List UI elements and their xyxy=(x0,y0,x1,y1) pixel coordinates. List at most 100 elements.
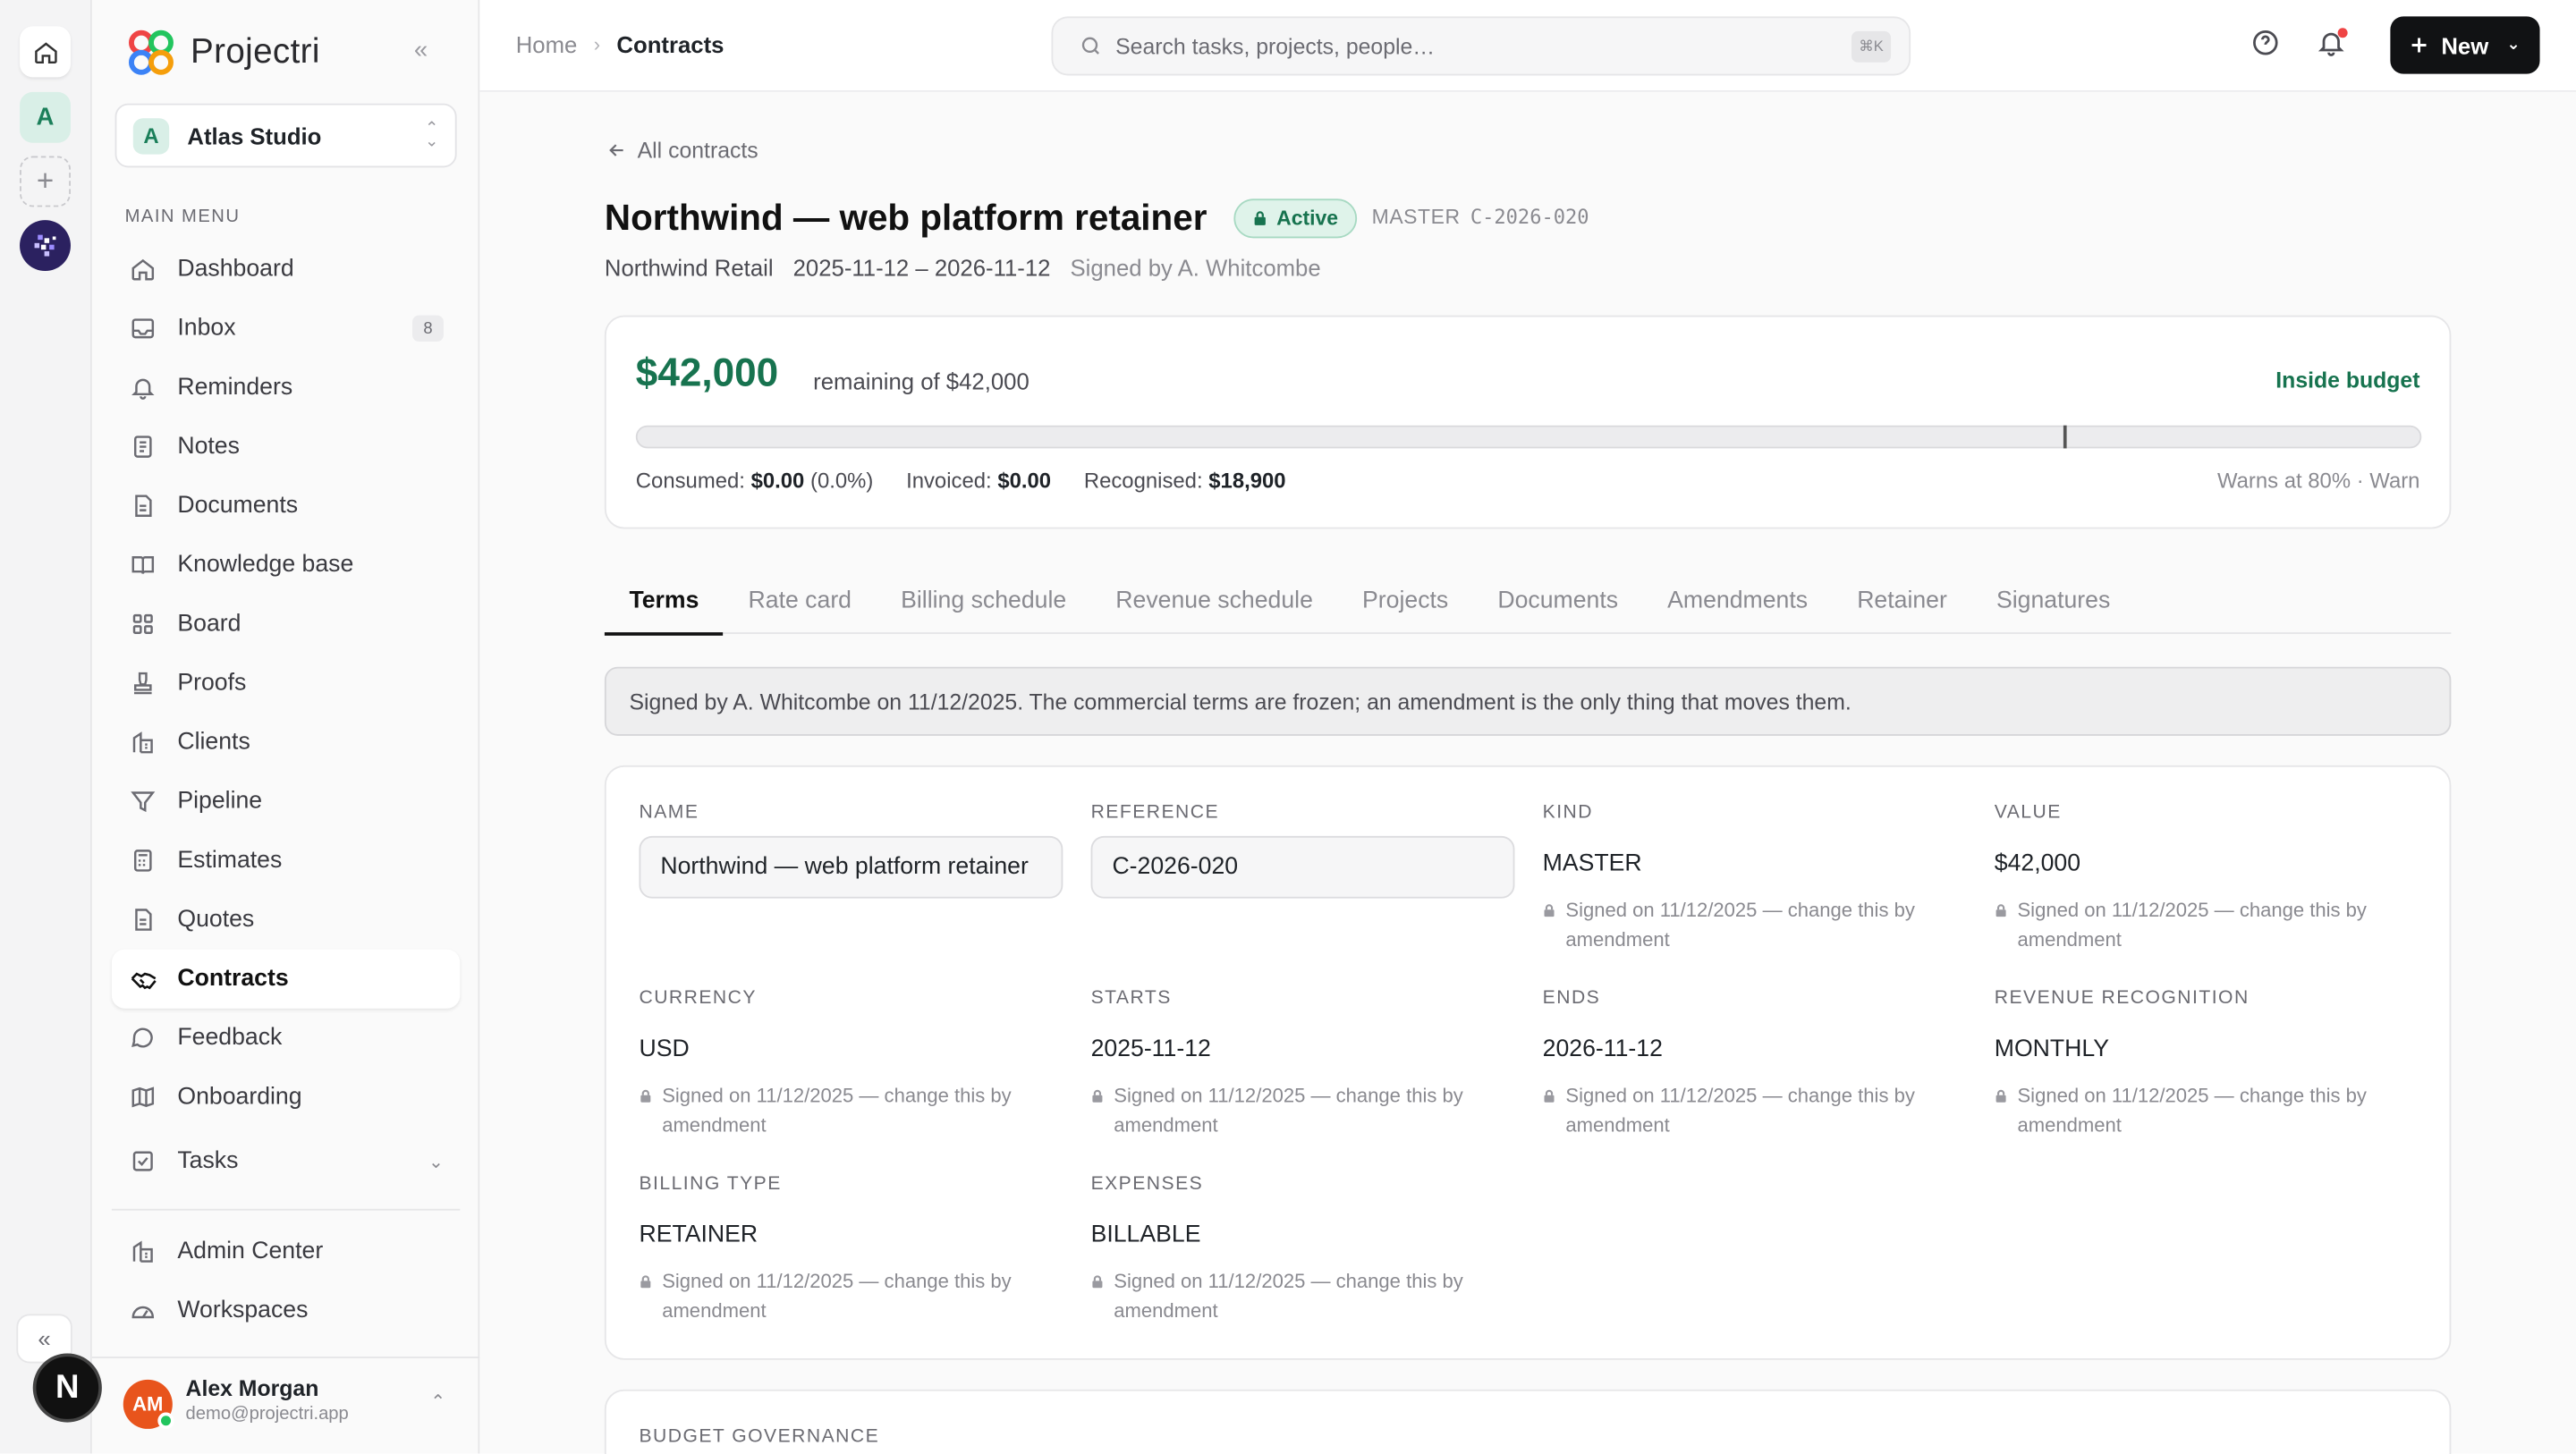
new-button[interactable]: New ⌄ xyxy=(2390,16,2540,74)
sidebar-item-tasks[interactable]: Tasks ⌄ xyxy=(112,1131,460,1190)
page-title: Northwind — web platform retainer xyxy=(604,197,1208,239)
global-search[interactable]: ⌘K xyxy=(1051,16,1911,76)
sidebar-item-onboarding[interactable]: Onboarding xyxy=(112,1068,460,1127)
terms-card: NAME REFERENCE KIND MASTER Signed on 11/… xyxy=(604,765,2452,1360)
sidebar-item-admin-center[interactable]: Admin Center xyxy=(112,1222,460,1281)
building-icon xyxy=(128,1237,157,1266)
tab-rate-card[interactable]: Rate card xyxy=(724,568,877,633)
gauge-icon xyxy=(128,1296,157,1325)
sidebar-collapse-button[interactable]: « xyxy=(414,36,428,63)
grid-icon xyxy=(128,609,157,638)
signed-by: Signed by A. Whitcombe xyxy=(1070,254,1321,282)
budget-warn-marker xyxy=(2063,425,2066,449)
stamp-icon xyxy=(128,669,157,698)
next-dev-badge[interactable]: N xyxy=(32,1353,102,1423)
sidebar-item-label: Notes xyxy=(177,433,240,461)
field-expenses: EXPENSES BILLABLE Signed on 11/12/2025 —… xyxy=(1091,1174,1515,1325)
field-label: EXPENSES xyxy=(1090,1174,1204,1195)
tab-billing-schedule[interactable]: Billing schedule xyxy=(877,568,1091,633)
sidebar-item-documents[interactable]: Documents xyxy=(112,477,460,536)
sidebar-item-clients[interactable]: Clients xyxy=(112,713,460,772)
sidebar-item-dashboard[interactable]: Dashboard xyxy=(112,240,460,299)
tab-revenue-schedule[interactable]: Revenue schedule xyxy=(1091,568,1338,633)
sidebar-item-label: Knowledge base xyxy=(177,552,354,579)
rail-app-button[interactable] xyxy=(20,220,71,272)
budget-warn-text: Warns at 80% · Warn xyxy=(2216,468,2420,494)
field-label: REFERENCE xyxy=(1090,803,1220,824)
tab-documents[interactable]: Documents xyxy=(1473,568,1643,633)
rail-workspace-button[interactable]: A xyxy=(20,91,71,143)
top-header: Home › Contracts ⌘K New ⌄ xyxy=(479,0,2576,92)
workspace-selector[interactable]: A Atlas Studio ⌃ ⌄ xyxy=(114,103,457,168)
chevron-up-down-icon: ⌃ ⌄ xyxy=(424,119,439,151)
admin-nav: Admin Center Workspaces xyxy=(112,1222,460,1340)
rail-add-workspace-button[interactable]: + xyxy=(20,156,71,207)
search-icon xyxy=(1080,35,1103,58)
sidebar-item-notes[interactable]: Notes xyxy=(112,418,460,477)
plus-icon xyxy=(2411,38,2427,53)
lock-icon xyxy=(1254,211,1266,225)
field-reference: REFERENCE xyxy=(1090,803,1515,899)
tab-signatures[interactable]: Signatures xyxy=(1971,568,2134,633)
budget-stats: Consumed: $0.00 (0.0%) Invoiced: $0.00 R… xyxy=(636,468,1286,493)
lock-icon xyxy=(639,1089,652,1140)
rail-home-button[interactable] xyxy=(20,26,71,78)
sidebar-item-contracts[interactable]: Contracts xyxy=(111,949,461,1009)
tab-projects[interactable]: Projects xyxy=(1337,568,1472,633)
tab-retainer[interactable]: Retainer xyxy=(1833,568,1972,633)
sidebar-item-board[interactable]: Board xyxy=(112,595,460,654)
back-to-contracts-link[interactable]: All contracts xyxy=(606,138,758,163)
tab-amendments[interactable]: Amendments xyxy=(1643,568,1833,633)
name-input[interactable] xyxy=(639,835,1063,899)
chevron-down-icon: ⌄ xyxy=(2506,36,2521,55)
breadcrumb-home-link[interactable]: Home xyxy=(516,31,578,57)
sidebar-item-label: Documents xyxy=(177,493,299,520)
workspace-name: Atlas Studio xyxy=(187,122,322,149)
checkbox-icon xyxy=(128,1146,157,1176)
sidebar-item-estimates[interactable]: Estimates xyxy=(112,831,460,890)
sidebar-item-feedback[interactable]: Feedback xyxy=(112,1009,460,1068)
sidebar-item-label: Feedback xyxy=(177,1025,283,1052)
recognised-label: Recognised: xyxy=(1083,468,1203,494)
handshake-icon xyxy=(128,964,157,993)
sidebar-item-label: Workspaces xyxy=(177,1297,309,1324)
tab-terms[interactable]: Terms xyxy=(604,568,724,636)
sidebar-item-label: Pipeline xyxy=(177,788,263,816)
tasks-row[interactable]: Tasks ⌄ xyxy=(112,1131,460,1190)
reference-input[interactable] xyxy=(1090,835,1515,899)
brand-logo[interactable]: Projectri xyxy=(125,28,320,77)
user-menu[interactable]: AM Alex Morgan demo@projectri.app ⌃ xyxy=(91,1357,480,1453)
main-menu-heading: MAIN MENU xyxy=(124,207,241,227)
sidebar-item-quotes[interactable]: Quotes xyxy=(112,890,460,949)
field-value: 2025-11-12 xyxy=(1090,1036,1211,1063)
sidebar-divider xyxy=(111,1208,461,1211)
inbox-count-badge: 8 xyxy=(412,315,444,342)
lock-icon xyxy=(1091,1089,1105,1140)
chevron-right-icon: › xyxy=(593,32,601,56)
field-kind: KIND MASTER Signed on 11/12/2025 — chang… xyxy=(1543,803,1967,954)
search-input[interactable] xyxy=(1115,33,1806,59)
sidebar-item-pipeline[interactable]: Pipeline xyxy=(112,772,460,831)
sidebar-item-label: Estimates xyxy=(177,847,283,875)
field-value: RETAINER xyxy=(639,1222,758,1248)
sidebar-item-reminders[interactable]: Reminders xyxy=(112,358,460,417)
lock-icon xyxy=(1543,903,1556,954)
calculator-icon xyxy=(128,846,157,875)
contract-kind-tag: MASTER xyxy=(1371,205,1461,229)
note-icon xyxy=(128,432,157,461)
frozen-terms-notice: Signed by A. Whitcombe on 11/12/2025. Th… xyxy=(604,666,2452,736)
map-icon xyxy=(128,1082,157,1112)
field-value: $42,000 xyxy=(1994,850,2081,877)
main-content: All contracts Northwind — web platform r… xyxy=(479,91,2576,1454)
new-button-label: New xyxy=(2441,31,2489,59)
budget-remaining-amount: $42,000 xyxy=(635,351,779,396)
field-label: BILLING TYPE xyxy=(639,1174,782,1195)
field-value: USD xyxy=(639,1036,690,1063)
field-label: KIND xyxy=(1542,803,1594,824)
sidebar-item-workspaces[interactable]: Workspaces xyxy=(112,1281,460,1340)
sidebar-item-proofs[interactable]: Proofs xyxy=(112,654,460,713)
sidebar-item-knowledge-base[interactable]: Knowledge base xyxy=(112,536,460,595)
sidebar-item-inbox[interactable]: Inbox 8 xyxy=(112,299,460,358)
brand-name: Projectri xyxy=(191,32,320,71)
help-button[interactable] xyxy=(2250,28,2280,57)
